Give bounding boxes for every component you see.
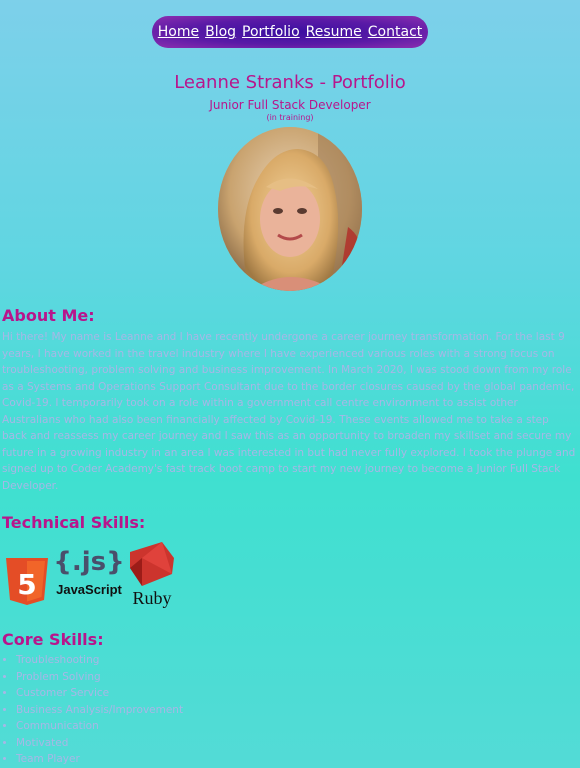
html5-icon: 5 <box>6 558 48 605</box>
javascript-label: JavaScript <box>56 582 122 597</box>
ruby-label: Ruby <box>132 588 171 608</box>
ruby-icon: Ruby <box>130 542 174 608</box>
list-item: Troubleshooting <box>16 652 276 669</box>
about-text: Hi there! My name is Leanne and I have r… <box>2 331 576 492</box>
training-note: (in training) <box>266 113 314 122</box>
core-skills-heading: Core Skills: <box>2 630 104 649</box>
list-item: Communication <box>16 718 276 735</box>
nav-home-link[interactable]: Home <box>158 25 199 39</box>
about-heading: About Me: <box>2 306 95 325</box>
list-item: Team Player <box>16 751 276 768</box>
nav-resume-link[interactable]: Resume <box>306 25 362 39</box>
list-item: Problem Solving <box>16 669 276 686</box>
list-item: Customer Service <box>16 685 276 702</box>
profile-photo-drawing <box>218 127 362 291</box>
core-skills-list: Troubleshooting Problem Solving Customer… <box>2 652 276 768</box>
html5-label: 5 <box>17 568 36 601</box>
list-item: Business Analysis/Improvement <box>16 702 276 719</box>
technical-skills-heading: Technical Skills: <box>2 513 146 532</box>
nav-contact-link[interactable]: Contact <box>368 25 422 39</box>
page-title: Leanne Stranks - Portfolio <box>174 72 406 93</box>
list-item: Motivated <box>16 735 276 752</box>
js-symbol: {.js} <box>53 547 124 577</box>
page-subtitle: Junior Full Stack Developer <box>209 98 371 112</box>
javascript-icon: {.js} JavaScript <box>53 547 124 597</box>
nav-blog-link[interactable]: Blog <box>205 25 236 39</box>
top-nav: Home Blog Portfolio Resume Contact <box>152 16 428 48</box>
technical-skills-logos: 5 {.js} JavaScript Ruby <box>2 538 192 608</box>
skills-logos-drawing: 5 {.js} JavaScript Ruby <box>6 542 174 608</box>
nav-portfolio-link[interactable]: Portfolio <box>242 25 300 39</box>
profile-photo <box>218 127 362 291</box>
